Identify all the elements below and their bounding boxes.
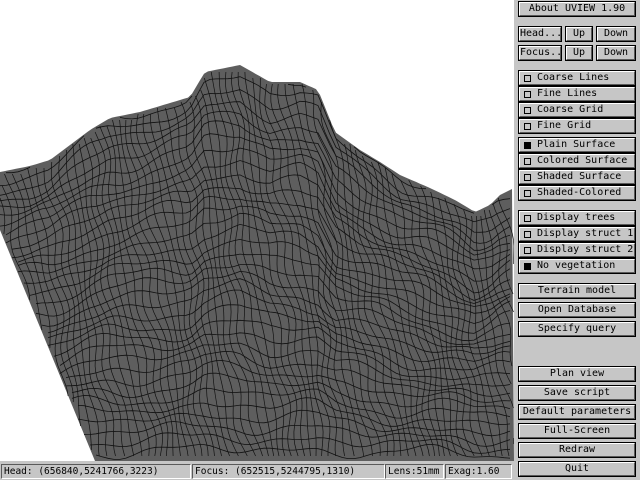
option-label: Shaded Surface — [537, 171, 622, 182]
save-script-button[interactable]: Save script — [519, 386, 635, 400]
option-colored-surface[interactable]: Colored Surface — [519, 154, 635, 168]
focus-button[interactable]: Focus... — [519, 46, 561, 60]
checkbox-icon — [524, 247, 531, 254]
option-fine-lines[interactable]: Fine Lines — [519, 87, 635, 101]
option-fine-grid[interactable]: Fine Grid — [519, 119, 635, 133]
option-label: Fine Lines — [537, 88, 598, 99]
full-screen-button[interactable]: Full-Screen — [519, 424, 635, 438]
checkbox-icon — [524, 158, 531, 165]
option-label: Coarse Grid — [537, 104, 604, 115]
checkbox-icon — [524, 75, 531, 82]
terrain-mesh — [0, 0, 514, 461]
option-display-struct-1[interactable]: Display struct 1 — [519, 227, 635, 241]
checkbox-icon — [524, 142, 531, 149]
terrain-model-button[interactable]: Terrain model — [519, 284, 635, 298]
terrain-viewport[interactable] — [0, 0, 514, 461]
quit-button[interactable]: Quit — [519, 462, 635, 476]
option-label: Display struct 1 — [537, 228, 634, 239]
focus-up-button[interactable]: Up — [566, 46, 592, 60]
focus-down-button[interactable]: Down — [597, 46, 635, 60]
option-display-trees[interactable]: Display trees — [519, 211, 635, 225]
exaggeration-readout: Exag:1.60 — [445, 464, 512, 479]
head-button[interactable]: Head... — [519, 27, 561, 41]
head-up-button[interactable]: Up — [566, 27, 592, 41]
checkbox-icon — [524, 263, 531, 270]
option-label: Shaded-Colored — [537, 187, 622, 198]
option-display-struct-2[interactable]: Display struct 2 — [519, 243, 635, 257]
focus-coordinates: Focus: (652515,5244795,1310) — [192, 464, 385, 479]
option-plain-surface[interactable]: Plain Surface — [519, 138, 635, 152]
specify-query-button[interactable]: Specify query — [519, 322, 635, 336]
open-database-button[interactable]: Open Database — [519, 303, 635, 317]
about-button[interactable]: About UVIEW 1.90 — [519, 2, 635, 16]
checkbox-icon — [524, 107, 531, 114]
option-label: Fine Grid — [537, 120, 592, 131]
checkbox-icon — [524, 91, 531, 98]
plan-view-button[interactable]: Plan view — [519, 367, 635, 381]
option-coarse-lines[interactable]: Coarse Lines — [519, 71, 635, 85]
redraw-button[interactable]: Redraw — [519, 443, 635, 457]
checkbox-icon — [524, 231, 531, 238]
option-label: Colored Surface — [537, 155, 628, 166]
checkbox-icon — [524, 215, 531, 222]
lens-readout: Lens:51mm — [385, 464, 444, 479]
option-coarse-grid[interactable]: Coarse Grid — [519, 103, 635, 117]
checkbox-icon — [524, 174, 531, 181]
checkbox-icon — [524, 123, 531, 130]
option-shaded-surface[interactable]: Shaded Surface — [519, 170, 635, 184]
option-label: No vegetation — [537, 260, 616, 271]
head-coordinates: Head: (656840,5241766,3223) — [1, 464, 191, 479]
control-panel: About UVIEW 1.90 Head... Up Down Focus..… — [515, 0, 640, 480]
option-label: Plain Surface — [537, 139, 616, 150]
default-parameters-button[interactable]: Default parameters — [519, 405, 635, 419]
option-label: Display trees — [537, 212, 616, 223]
head-down-button[interactable]: Down — [597, 27, 635, 41]
option-no-vegetation[interactable]: No vegetation — [519, 259, 635, 273]
checkbox-icon — [524, 190, 531, 197]
status-bar: Head: (656840,5241766,3223) Focus: (6525… — [0, 462, 514, 480]
option-label: Display struct 2 — [537, 244, 634, 255]
option-label: Coarse Lines — [537, 72, 610, 83]
option-shaded-colored[interactable]: Shaded-Colored — [519, 186, 635, 200]
